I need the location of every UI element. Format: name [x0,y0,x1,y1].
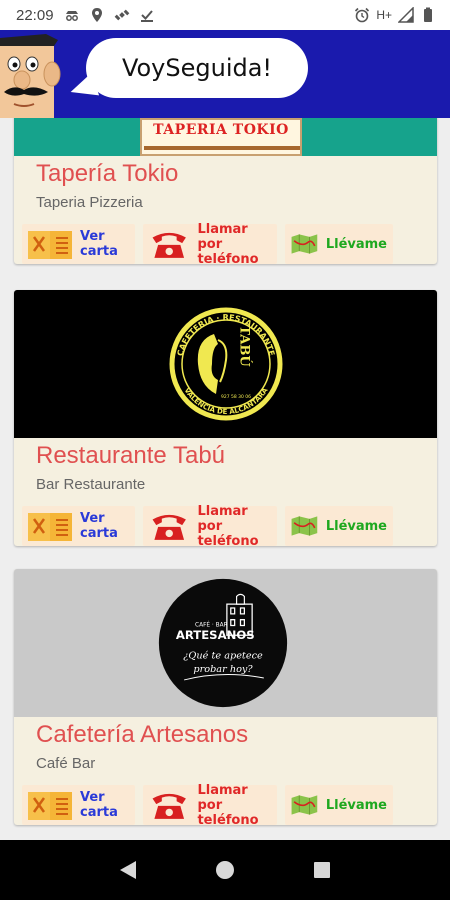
call-label-2: teléfono [197,533,259,547]
telephone-icon [152,232,186,258]
view-menu-label-1: Ver [80,229,105,244]
restaurant-image: CAFÉ · BAR ARTESANOS ¿Qué te apetece pro… [14,569,437,717]
view-menu-label-2: carta [80,805,118,820]
alarm-icon [355,7,370,23]
call-button[interactable]: Llamar por teléfono [143,503,277,547]
tabu-phone: 927 58 30 06 [221,394,251,400]
restaurant-image: CAFETERIA · RESTAURANTE VALENCIA DE ALCÁ… [14,290,437,438]
card-actions: Ver carta Llamar por teléfono Llévame [14,218,437,264]
view-menu-label-2: carta [80,526,118,541]
notification-icons [64,7,155,23]
map-icon [291,234,318,254]
recents-icon[interactable] [312,860,332,880]
app-title: VoySeguida! [121,54,273,82]
tabu-logo: CAFETERIA · RESTAURANTE VALENCIA DE ALCÁ… [169,307,283,421]
artesanos-main-text: ARTESANOS [176,628,255,642]
artesanos-logo: CAFÉ · BAR ARTESANOS ¿Qué te apetece pro… [158,578,288,708]
map-icon [291,516,318,536]
menu-card-icon [28,792,72,820]
artesanos-slogan-1: ¿Qué te apetece [183,651,263,662]
artesanos-slogan-2: probar hoy? [193,664,253,675]
directions-label: Llévame [325,518,387,534]
taperia-logo-text: TAPERIA TOKIO [153,122,289,138]
restaurant-image: TAPERIA TOKIO [14,118,437,156]
view-menu-label-2: carta [80,244,118,259]
view-menu-button[interactable]: Ver carta [22,506,135,546]
directions-label: Llévame [325,236,387,252]
network-type: H+ [376,8,392,22]
card-actions: Ver carta Llamar por teléfono Llévame [14,779,437,825]
call-label-1: Llamar por [197,782,248,813]
directions-button[interactable]: Llévame [285,785,393,825]
download-done-icon [140,10,153,22]
directions-button[interactable]: Llévame [285,506,393,546]
back-icon[interactable] [118,859,138,881]
call-button[interactable]: Llamar por teléfono [143,782,277,826]
menu-card-icon [28,231,72,259]
directions-button[interactable]: Llévame [285,224,393,264]
mascot-logo [0,34,61,118]
telephone-icon [152,793,186,819]
directions-label: Llévame [325,797,387,813]
call-label-1: Llamar por [197,221,248,252]
call-label-2: teléfono [197,812,259,826]
restaurant-name[interactable]: Cafetería Artesanos [14,717,437,755]
view-menu-button[interactable]: Ver carta [22,785,135,825]
tabu-vertical-text: TABÚ [237,325,254,367]
restaurant-name[interactable]: Restaurante Tabú [14,438,437,476]
status-bar: 22:09 H+ [0,0,450,30]
signal-icon [398,7,414,23]
card-actions: Ver carta Llamar por teléfono Llévame [14,500,437,546]
satellite-icon [114,9,129,21]
menu-card-icon [28,513,72,541]
restaurant-name[interactable]: Tapería Tokio [14,156,437,194]
system-icons: H+ [354,7,436,23]
call-button[interactable]: Llamar por teléfono [143,221,277,265]
status-time: 22:09 [16,6,54,24]
view-menu-label-1: Ver [80,790,105,805]
telephone-icon [152,514,186,540]
taperia-logo-board: TAPERIA TOKIO [140,118,302,156]
battery-icon [424,7,432,22]
restaurant-category: Café Bar [36,755,96,772]
restaurant-category: Bar Restaurante [36,476,146,493]
speech-bubble: VoySeguida! [86,38,308,98]
app-header: VoySeguida! [0,30,450,118]
restaurant-card[interactable]: CAFETERIA · RESTAURANTE VALENCIA DE ALCÁ… [14,290,437,546]
restaurant-card[interactable]: TAPERIA TOKIO Tapería Tokio Taperia Pizz… [14,118,437,264]
call-label-2: teléfono [197,251,259,265]
map-icon [291,795,318,815]
restaurant-category: Taperia Pizzeria [36,194,143,211]
restaurant-list[interactable]: TAPERIA TOKIO Tapería Tokio Taperia Pizz… [0,118,450,840]
call-label-1: Llamar por [197,503,248,534]
home-icon[interactable] [214,859,236,881]
restaurant-card[interactable]: CAFÉ · BAR ARTESANOS ¿Qué te apetece pro… [14,569,437,825]
view-menu-button[interactable]: Ver carta [22,224,135,264]
view-menu-label-1: Ver [80,511,105,526]
navigation-bar [0,840,450,900]
incognito-icon [65,11,78,21]
location-icon [91,8,102,22]
